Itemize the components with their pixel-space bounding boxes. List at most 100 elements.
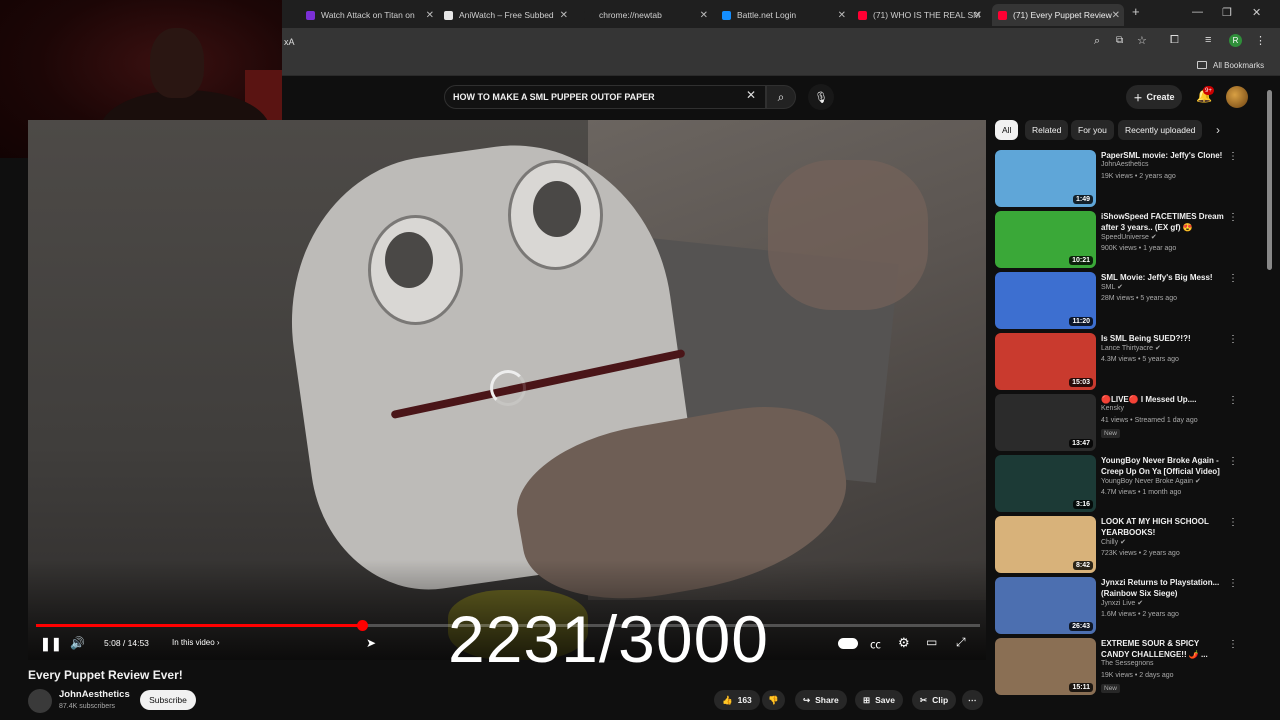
share-button[interactable]: ↪ Share xyxy=(795,690,847,710)
save-button[interactable]: ⊞ Save xyxy=(855,690,903,710)
chip-related[interactable]: Related xyxy=(1025,120,1069,140)
create-button[interactable]: ＋ Create xyxy=(1126,85,1182,109)
bookmark-star-icon[interactable]: ☆ xyxy=(1137,34,1147,47)
channel-avatar[interactable] xyxy=(28,689,52,713)
dislike-button[interactable]: 👎 xyxy=(762,690,785,710)
zoom-icon[interactable]: ⌕ xyxy=(1094,35,1100,48)
more-options-icon[interactable]: ⋮ xyxy=(1228,151,1238,162)
more-options-icon[interactable]: ⋮ xyxy=(1228,395,1238,406)
settings-gear-icon[interactable]: ⚙ xyxy=(898,635,910,651)
search-button[interactable]: ⌕ xyxy=(766,85,796,109)
close-tab-icon[interactable]: ✕ xyxy=(838,10,846,21)
browser-tab[interactable]: Battle.net Login ✕ xyxy=(722,4,850,26)
video-thumbnail[interactable]: 3:16 xyxy=(995,455,1096,512)
related-video-title[interactable]: Jynxzi Returns to Playstation... (Rainbo… xyxy=(1101,577,1225,599)
autoplay-toggle[interactable] xyxy=(838,638,858,649)
video-thumbnail[interactable]: 11:20 xyxy=(995,272,1096,329)
browser-tab[interactable]: chrome://newtab ✕ xyxy=(584,4,712,26)
related-video-item[interactable]: 3:16 YoungBoy Never Broke Again - Creep U… xyxy=(995,455,1240,513)
video-thumbnail[interactable]: 15:11 xyxy=(995,638,1096,695)
video-thumbnail[interactable]: 8:42 xyxy=(995,516,1096,573)
progress-scrubber[interactable] xyxy=(356,620,368,631)
more-options-icon[interactable]: ⋮ xyxy=(1228,212,1238,223)
related-video-title[interactable]: PaperSML movie: Jeffy's Clone! xyxy=(1101,150,1225,161)
channel-name[interactable]: JohnAesthetics xyxy=(59,689,130,700)
pause-icon[interactable]: ❚❚ xyxy=(40,636,62,652)
related-video-item[interactable]: 10:21 iShowSpeed FACETIMES Dream after 3 … xyxy=(995,211,1240,269)
related-video-title[interactable]: Is SML Being SUED?!?! xyxy=(1101,333,1225,344)
video-thumbnail[interactable]: 10:21 xyxy=(995,211,1096,268)
related-channel[interactable]: The Sessegnons xyxy=(1101,660,1154,667)
account-avatar[interactable] xyxy=(1226,86,1248,108)
video-thumbnail[interactable]: 1:49 xyxy=(995,150,1096,207)
clear-search-icon[interactable]: ✕ xyxy=(746,88,756,102)
in-this-video-button[interactable]: In this video › xyxy=(172,638,220,647)
close-window-icon[interactable]: ✕ xyxy=(1252,6,1261,19)
all-bookmarks-link[interactable]: All Bookmarks xyxy=(1213,61,1264,70)
related-channel[interactable]: Chilly ✔ xyxy=(1101,538,1126,546)
close-tab-icon[interactable]: ✕ xyxy=(560,10,568,21)
related-channel[interactable]: JohnAesthetics xyxy=(1101,161,1148,168)
browser-tab[interactable]: Watch Attack on Titan on ✕ xyxy=(306,4,438,26)
close-tab-icon[interactable]: ✕ xyxy=(974,10,982,21)
new-tab-button[interactable]: + xyxy=(1132,4,1140,19)
chips-next-icon[interactable]: › xyxy=(1216,123,1220,137)
more-options-icon[interactable]: ⋮ xyxy=(1228,334,1238,345)
related-video-title[interactable]: SML Movie: Jeffy's Big Mess! xyxy=(1101,272,1225,283)
related-video-item[interactable]: 8:42 LOOK AT MY HIGH SCHOOL YEARBOOKS! Chi… xyxy=(995,516,1240,574)
browser-tab-active[interactable]: (71) Every Puppet Review ✕ xyxy=(992,4,1124,26)
related-channel[interactable]: SML ✔ xyxy=(1101,283,1123,291)
chip-all[interactable]: All xyxy=(995,120,1019,140)
more-options-icon[interactable]: ⋮ xyxy=(1228,456,1238,467)
related-video-item[interactable]: 15:11 EXTREME SOUR & SPICY CANDY CHALLENG… xyxy=(995,638,1240,696)
related-video-item[interactable]: 26:43 Jynxzi Returns to Playstation... (R… xyxy=(995,577,1240,635)
more-options-icon[interactable]: ⋮ xyxy=(1228,578,1238,589)
more-options-icon[interactable]: ⋮ xyxy=(1228,517,1238,528)
related-video-item[interactable]: 1:49 PaperSML movie: Jeffy's Clone! JohnAe… xyxy=(995,150,1240,208)
close-tab-icon[interactable]: ✕ xyxy=(1112,10,1120,21)
related-video-title[interactable]: LOOK AT MY HIGH SCHOOL YEARBOOKS! xyxy=(1101,516,1225,538)
clip-button[interactable]: ✂ Clip xyxy=(912,690,957,710)
related-video-title[interactable]: 🔴LIVE🔴 I Messed Up.... xyxy=(1101,394,1225,405)
related-channel[interactable]: SpeedUniverse ✔ xyxy=(1101,233,1157,241)
close-tab-icon[interactable]: ✕ xyxy=(426,10,434,21)
more-options-icon[interactable]: ⋮ xyxy=(1228,639,1238,650)
related-channel[interactable]: Kensky xyxy=(1101,405,1124,412)
video-player[interactable] xyxy=(28,120,986,660)
related-channel[interactable]: Lance Thirtyacre ✔ xyxy=(1101,344,1161,352)
more-actions-button[interactable]: ⋯ xyxy=(962,690,983,710)
related-channel[interactable]: Jynxzi Live ✔ xyxy=(1101,599,1143,607)
search-input[interactable]: HOW TO MAKE A SML PUPPER OUTOF PAPER xyxy=(444,85,766,109)
chip-recently-uploaded[interactable]: Recently uploaded xyxy=(1118,120,1203,140)
related-video-title[interactable]: iShowSpeed FACETIMES Dream after 3 years… xyxy=(1101,211,1225,233)
related-video-title[interactable]: EXTREME SOUR & SPICY CANDY CHALLENGE!! 🌶… xyxy=(1101,638,1225,660)
fullscreen-icon[interactable]: ⤢ xyxy=(956,635,966,650)
subscribe-button[interactable]: Subscribe xyxy=(140,690,196,710)
like-button[interactable]: 👍 163 xyxy=(714,690,760,710)
address-bar[interactable]: xA xyxy=(284,37,295,47)
close-tab-icon[interactable]: ✕ xyxy=(700,10,708,21)
browser-tab[interactable]: (71) WHO IS THE REAL SM ✕ xyxy=(858,4,986,26)
extensions-icon[interactable]: ⧠ xyxy=(1170,34,1179,47)
captions-icon[interactable]: ㏄ xyxy=(870,636,881,652)
video-thumbnail[interactable]: 13:47 xyxy=(995,394,1096,451)
volume-icon[interactable]: 🔊 xyxy=(70,636,85,650)
related-channel[interactable]: YoungBoy Never Broke Again ✔ xyxy=(1101,477,1201,485)
related-video-item[interactable]: 11:20 SML Movie: Jeffy's Big Mess! SML ✔ 28… xyxy=(995,272,1240,330)
media-control-icon[interactable]: ≡ xyxy=(1205,34,1211,46)
more-options-icon[interactable]: ⋮ xyxy=(1228,273,1238,284)
profile-avatar[interactable]: R xyxy=(1229,34,1242,47)
minimize-icon[interactable]: — xyxy=(1192,6,1203,18)
scrollbar[interactable] xyxy=(1267,90,1272,270)
related-video-item[interactable]: 13:47 🔴LIVE🔴 I Messed Up.... Kensky 41 view… xyxy=(995,394,1240,452)
voice-search-button[interactable]: 🎙 xyxy=(808,84,834,110)
install-app-icon[interactable]: ⧉ xyxy=(1116,35,1123,46)
maximize-icon[interactable]: ❐ xyxy=(1222,6,1232,19)
video-thumbnail[interactable]: 15:03 xyxy=(995,333,1096,390)
video-thumbnail[interactable]: 26:43 xyxy=(995,577,1096,634)
chip-for-you[interactable]: For you xyxy=(1071,120,1114,140)
browser-menu-icon[interactable]: ⋮ xyxy=(1255,34,1266,47)
related-video-title[interactable]: YoungBoy Never Broke Again - Creep Up On… xyxy=(1101,455,1225,477)
browser-tab[interactable]: AniWatch – Free Subbed ✕ xyxy=(444,4,572,26)
related-video-item[interactable]: 15:03 Is SML Being SUED?!?! Lance Thirtyac… xyxy=(995,333,1240,391)
